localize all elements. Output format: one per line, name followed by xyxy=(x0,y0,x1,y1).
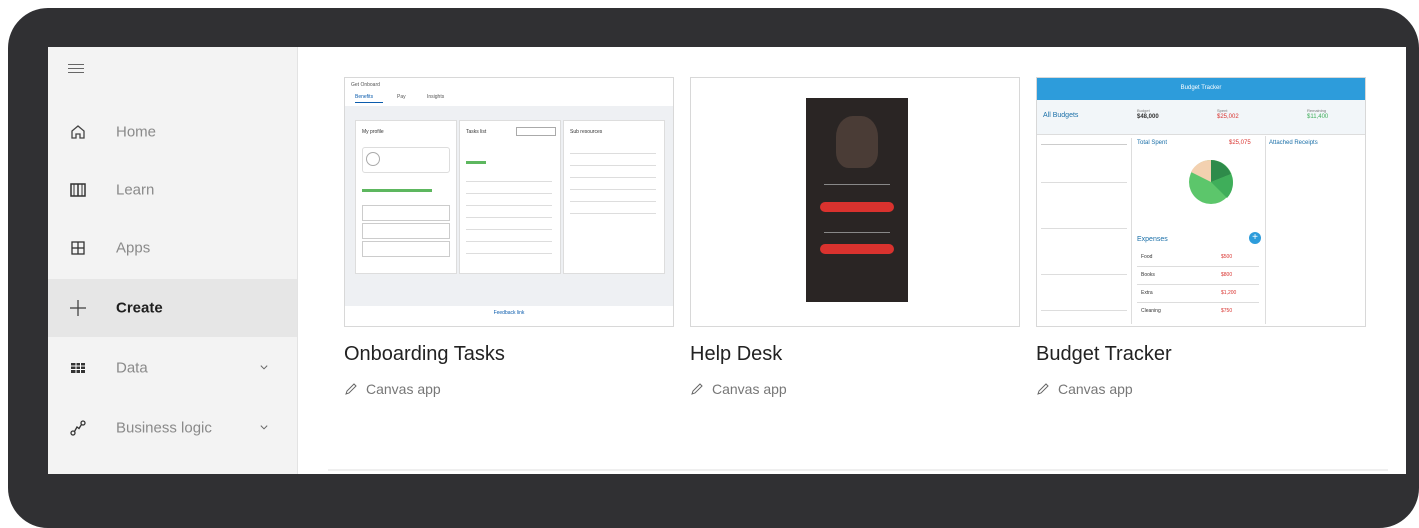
chevron-down-icon[interactable] xyxy=(260,423,268,431)
preview-header: Get Onboard Benefits Pay Insights xyxy=(345,78,673,106)
expense-amount: $1,200 xyxy=(1221,290,1237,296)
book-icon xyxy=(68,180,88,200)
sidebar: Home Learn Apps Create Data Business log… xyxy=(48,47,298,474)
phone-preview xyxy=(806,98,908,302)
person-photo xyxy=(836,116,878,168)
sidebar-item-apps[interactable]: Apps xyxy=(48,219,297,277)
preview-tab: Pay xyxy=(397,94,406,100)
stat-label: Remaining xyxy=(1307,108,1327,113)
preview-footer-link: Feedback link xyxy=(493,310,525,316)
card-title[interactable]: Onboarding Tasks xyxy=(344,343,505,366)
sidebar-item-home[interactable]: Home xyxy=(48,103,297,161)
sidebar-item-label: Create xyxy=(116,299,163,317)
table-icon xyxy=(68,358,88,378)
card-type-label: Canvas app xyxy=(712,381,787,397)
expense-name: Extra xyxy=(1141,290,1153,296)
sidebar-item-learn[interactable]: Learn xyxy=(48,161,297,219)
preview-button xyxy=(820,202,894,212)
preview-panel: My profile xyxy=(355,120,457,274)
sidebar-item-create[interactable]: Create xyxy=(48,279,297,337)
next-row-edge xyxy=(328,469,1388,471)
card-subtitle: Canvas app xyxy=(1036,381,1133,397)
expense-name: Books xyxy=(1141,272,1155,278)
apps-icon xyxy=(68,238,88,258)
sidebar-item-data[interactable]: Data xyxy=(48,339,297,397)
preview-app-name: Get Onboard xyxy=(351,82,380,88)
stat-label: Spent xyxy=(1217,108,1228,113)
card-type-label: Canvas app xyxy=(1058,381,1133,397)
pencil-icon xyxy=(345,383,357,395)
add-expense-icon: + xyxy=(1249,232,1261,244)
pencil-icon xyxy=(691,383,703,395)
preview-panel-title: Tasks list xyxy=(466,129,487,135)
hamburger-icon[interactable] xyxy=(68,64,84,76)
preview-header: Budget Tracker xyxy=(1037,78,1365,100)
expense-amount: $500 xyxy=(1221,254,1233,260)
plus-icon xyxy=(68,298,88,318)
preview-panel-title: Sub resources xyxy=(570,129,603,135)
flow-icon xyxy=(68,418,88,438)
pencil-icon xyxy=(1037,383,1049,395)
attached-receipts-label: Attached Receipts xyxy=(1269,140,1318,146)
preview-tab: Benefits xyxy=(355,94,374,100)
preview-body: My profile Tasks list Sub resources xyxy=(345,106,673,306)
expense-name: Food xyxy=(1141,254,1153,260)
total-spent-value: $25,075 xyxy=(1229,140,1251,146)
preview-panel: Tasks list xyxy=(459,120,561,274)
budget-tracker-preview[interactable]: Budget Tracker All Budgets Budget $48,00… xyxy=(1036,77,1366,327)
expense-table: Food $500 Books $800 Extra $1,200 Cleani… xyxy=(1137,252,1259,324)
home-icon xyxy=(68,122,88,142)
sidebar-item-label: Learn xyxy=(116,181,155,199)
expense-name: Cleaning xyxy=(1141,308,1161,314)
expenses-title: Expenses xyxy=(1137,236,1168,243)
card-subtitle: Canvas app xyxy=(690,381,787,397)
onboarding-preview[interactable]: Get Onboard Benefits Pay Insights My pro… xyxy=(344,77,674,327)
chevron-down-icon[interactable] xyxy=(260,363,268,371)
pie-chart xyxy=(1189,159,1233,204)
preview-title: All Budgets xyxy=(1043,112,1079,119)
sidebar-item-label: Business logic xyxy=(116,419,212,437)
preview-stats-bar: All Budgets Budget $48,000 Spent $25,002… xyxy=(1037,100,1365,135)
expense-amount: $800 xyxy=(1221,272,1233,278)
expense-amount: $750 xyxy=(1221,308,1233,314)
stat-value: $11,400 xyxy=(1307,114,1329,120)
card-subtitle: Canvas app xyxy=(344,381,441,397)
sidebar-item-label: Apps xyxy=(116,239,151,257)
stat-value: $48,000 xyxy=(1137,114,1159,120)
sidebar-item-label: Data xyxy=(116,359,148,377)
preview-panel: Sub resources xyxy=(563,120,665,274)
card-type-label: Canvas app xyxy=(366,381,441,397)
preview-panel-title: My profile xyxy=(362,129,384,135)
sidebar-item-business-logic[interactable]: Business logic xyxy=(48,399,297,457)
card-title[interactable]: Help Desk xyxy=(690,343,782,366)
sidebar-item-label: Home xyxy=(116,123,157,141)
card-title[interactable]: Budget Tracker xyxy=(1036,343,1172,366)
budget-list xyxy=(1041,138,1132,324)
help-desk-preview[interactable] xyxy=(690,77,1020,327)
total-spent-label: Total Spent xyxy=(1137,140,1168,146)
stat-value: $25,002 xyxy=(1217,114,1239,120)
stat-label: Budget xyxy=(1137,108,1150,113)
app-screen: Home Learn Apps Create Data Business log… xyxy=(48,47,1406,474)
preview-app-name: Budget Tracker xyxy=(1180,85,1222,91)
preview-button xyxy=(820,244,894,254)
preview-tab: Insights xyxy=(427,94,445,100)
